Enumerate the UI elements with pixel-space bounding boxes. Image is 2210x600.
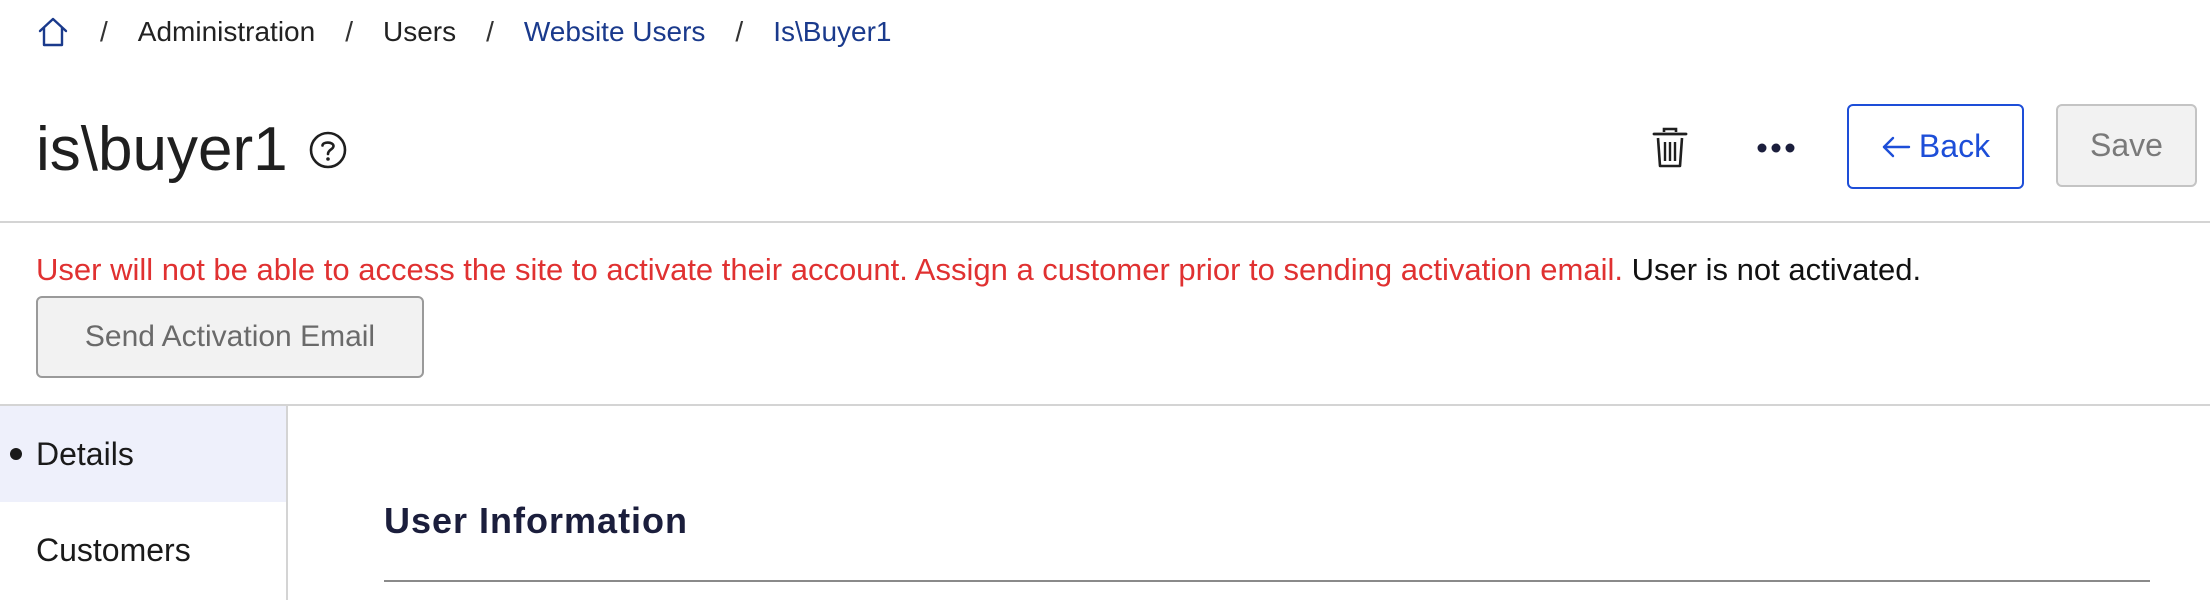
header-divider (0, 221, 2210, 223)
arrow-left-icon (1882, 136, 1911, 157)
breadcrumb-item-administration[interactable]: Administration (138, 16, 315, 48)
breadcrumb-separator: / (735, 16, 744, 47)
more-horizontal-icon[interactable] (1754, 124, 1798, 172)
section-title: User Information (384, 500, 689, 541)
save-button[interactable]: Save (2056, 104, 2197, 187)
alert-error-text: User will not be able to access the site… (36, 252, 1623, 287)
breadcrumb-separator: / (345, 16, 353, 47)
breadcrumb-item-website-users[interactable]: Website Users (524, 16, 706, 48)
send-activation-email-button[interactable]: Send Activation Email (36, 296, 424, 378)
trash-icon[interactable] (1648, 124, 1692, 172)
side-nav-label: Customers (36, 531, 191, 568)
back-button[interactable]: Back (1847, 104, 2024, 189)
breadcrumb-separator: / (100, 16, 108, 47)
breadcrumb-item-users[interactable]: Users (383, 16, 456, 48)
alert-status-text: User is not activated. (1631, 252, 1922, 287)
side-nav-item-customers[interactable]: Customers (0, 502, 286, 598)
breadcrumb-item-current-user[interactable]: Is\Buyer1 (773, 16, 891, 48)
home-icon[interactable] (36, 15, 70, 49)
sidebar-divider (286, 406, 288, 600)
send-activation-email-label: Send Activation Email (84, 320, 376, 353)
section-divider (384, 580, 2150, 582)
page-title: is\buyer1 (36, 115, 288, 184)
breadcrumb: / Administration / Users / Website Users… (36, 12, 891, 52)
back-button-label: Back (1918, 128, 1991, 164)
side-nav-label: Details (36, 435, 134, 472)
activation-alert: User will not be able to access the site… (36, 250, 1921, 290)
help-circle-icon[interactable] (308, 130, 348, 170)
side-nav-item-details[interactable]: Details (0, 406, 286, 502)
active-indicator-dot (10, 448, 22, 460)
side-nav: Details Customers (0, 406, 286, 600)
breadcrumb-separator: / (486, 16, 494, 47)
save-button-label: Save (2090, 127, 2163, 163)
content-divider (0, 404, 2210, 406)
